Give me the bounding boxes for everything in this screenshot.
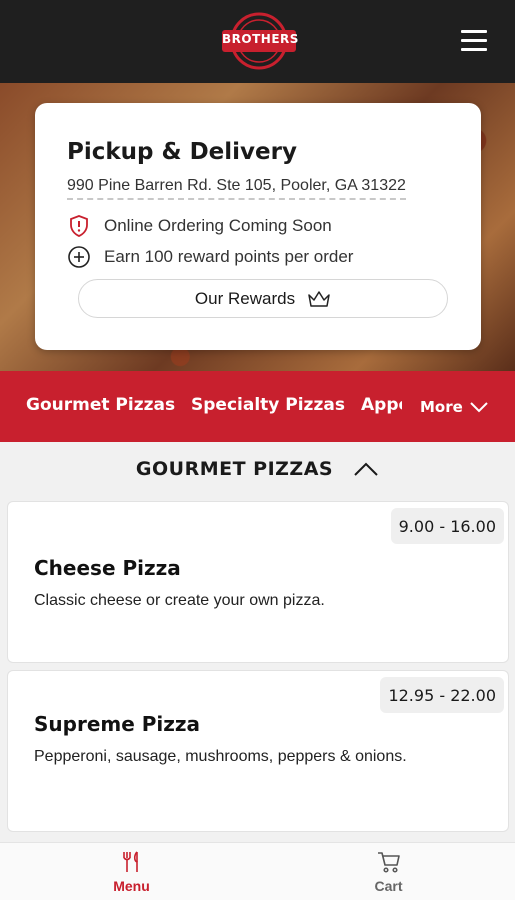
crown-icon [308,290,330,307]
item-name: Supreme Pizza [34,712,201,736]
chevron-down-icon [470,401,488,412]
menu-item-cheese-pizza[interactable]: 9.00 - 16.00 Cheese Pizza Classic cheese… [7,501,509,663]
price-tag: 9.00 - 16.00 [390,508,504,544]
bottom-nav-cart[interactable]: Cart [260,843,515,900]
ordering-notice-text: Online Ordering Coming Soon [104,216,332,235]
more-label: More [420,397,463,416]
item-description: Classic cheese or create your own pizza. [34,592,325,609]
reward-points-text: Earn 100 reward points per order [104,247,354,266]
menu-item-supreme-pizza[interactable]: 12.95 - 22.00 Supreme Pizza Pepperoni, s… [7,670,509,832]
category-tab-appetizers[interactable]: Appetizers [361,395,402,415]
item-name: Cheese Pizza [34,556,181,580]
our-rewards-label: Our Rewards [194,288,296,308]
section-header-gourmet-pizzas[interactable]: GOURMET PIZZAS [0,443,515,495]
logo-text: BROTHERS [222,32,299,46]
reward-points-row: Earn 100 reward points per order [67,245,353,269]
plus-circle-icon [68,246,90,268]
brothers-logo[interactable]: BROTHERS [222,10,299,72]
store-address-link[interactable]: 990 Pine Barren Rd. Ste 105, Pooler, GA … [67,177,406,200]
bottom-nav-menu-label: Menu [113,878,150,894]
chevron-up-icon [354,462,378,476]
cart-icon [377,852,400,873]
location-card-title: Pickup & Delivery [67,139,297,165]
bottom-nav-menu[interactable]: Menu [3,843,260,900]
shield-alert-icon [70,215,88,237]
bottom-nav-cart-label: Cart [374,878,403,894]
price-tag: 12.95 - 22.00 [380,677,504,713]
category-tab-specialty-pizzas[interactable]: Specialty Pizzas [191,395,345,415]
ordering-notice-row: Online Ordering Coming Soon [67,214,332,238]
location-card: Pickup & Delivery 990 Pine Barren Rd. St… [35,103,481,350]
fork-knife-icon [122,851,138,872]
category-tab-gourmet-pizzas[interactable]: Gourmet Pizzas [26,395,175,415]
category-nav: Gourmet Pizzas Specialty Pizzas Appetize… [0,371,515,442]
top-bar: BROTHERS [0,0,515,83]
bottom-nav: Menu Cart [0,842,515,900]
item-description: Pepperoni, sausage, mushrooms, peppers &… [34,748,407,765]
hamburger-menu-icon[interactable] [461,30,487,52]
section-title: GOURMET PIZZAS [135,458,334,480]
our-rewards-button[interactable]: Our Rewards [78,279,448,318]
more-categories-button[interactable]: More [404,371,515,442]
